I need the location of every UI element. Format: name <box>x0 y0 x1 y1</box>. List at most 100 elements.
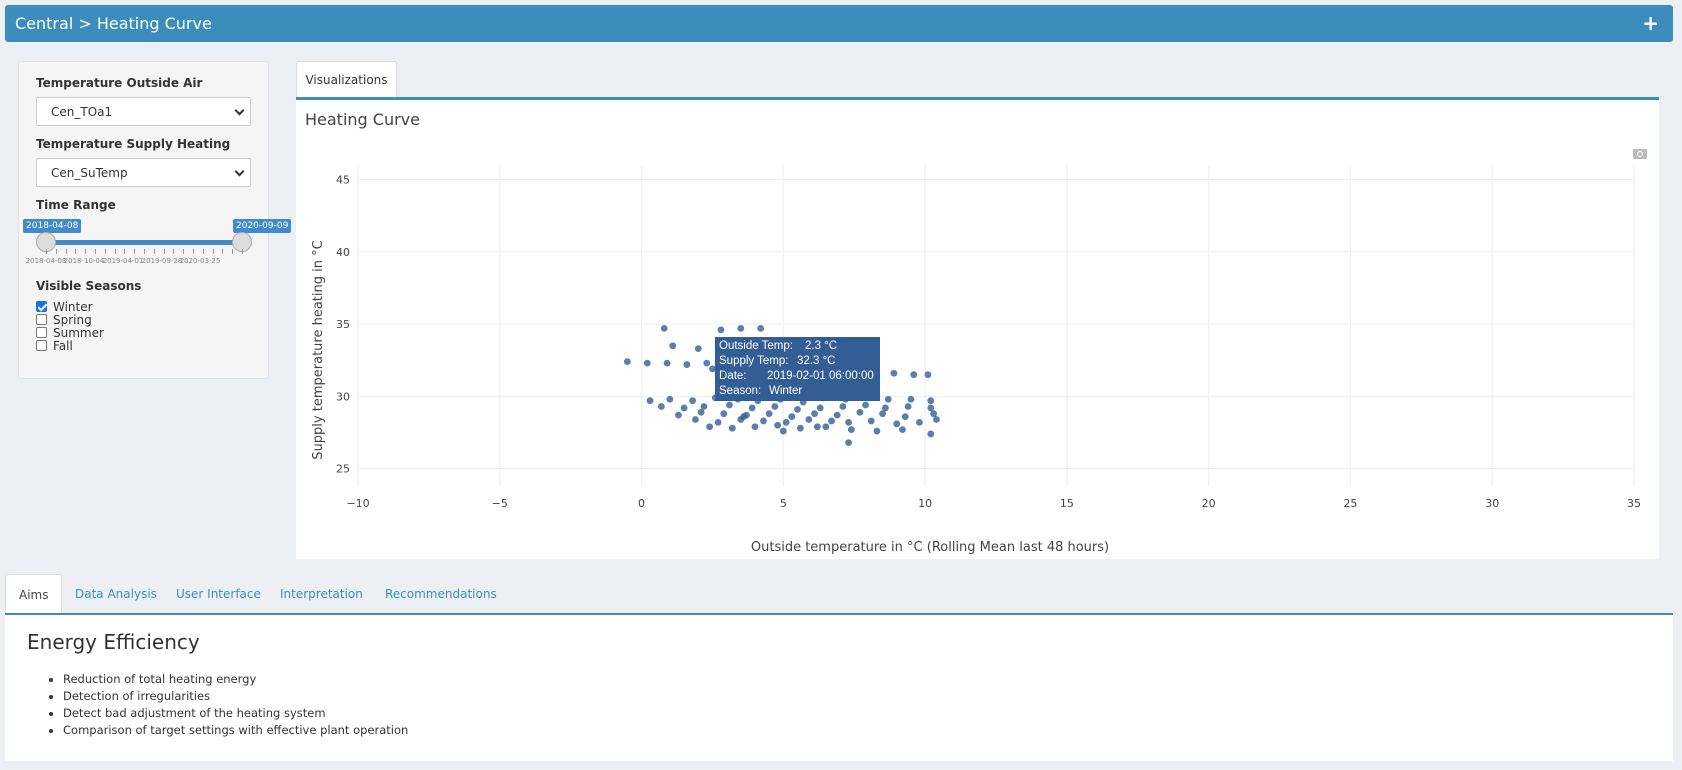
tab-visualizations[interactable]: Visualizations <box>296 61 397 98</box>
chevron-down-icon <box>234 105 245 116</box>
supply-heating-select[interactable]: Cen_SuTemp <box>36 158 251 187</box>
slider-tick <box>242 249 243 254</box>
plus-icon[interactable]: + <box>1642 11 1659 35</box>
data-point <box>856 408 864 416</box>
season-fall-checkbox[interactable]: Fall <box>36 338 251 353</box>
season-summer-checkbox[interactable]: Summer <box>36 326 251 340</box>
tab-recommendations[interactable]: Recommendations <box>372 574 510 614</box>
data-point <box>748 404 756 412</box>
data-point <box>901 413 909 420</box>
list-item: Reduction of total heating energy <box>63 671 408 688</box>
tab-data-analysis[interactable]: Data Analysis <box>62 574 170 614</box>
data-point <box>910 371 918 379</box>
slider-tick <box>124 249 126 254</box>
data-point <box>794 405 801 413</box>
outside-air-select[interactable]: Cen_TOa1 <box>36 97 251 126</box>
x-axis-label: Outside temperature in °C (Rolling Mean … <box>751 540 1109 555</box>
data-point <box>839 403 847 410</box>
slider-tick <box>55 249 57 254</box>
slider-tick <box>163 249 165 254</box>
data-point <box>774 421 782 429</box>
season-spring-checkbox[interactable]: Spring <box>36 312 251 327</box>
supply-heating-value: Cen_SuTemp <box>51 166 128 180</box>
data-point <box>847 426 855 434</box>
x-tick-label: −10 <box>346 497 369 510</box>
slider-ticks <box>46 249 243 255</box>
slider-track[interactable] <box>46 240 242 245</box>
data-point <box>862 401 869 409</box>
data-point <box>717 326 725 334</box>
x-tick-labels: −10 −5 0 5 10 15 20 25 30 35 <box>346 497 1641 510</box>
data-point <box>737 324 745 332</box>
seasons-label: Visible Seasons <box>36 279 142 293</box>
data-point <box>740 413 748 420</box>
data-point <box>658 403 665 410</box>
data-point <box>771 403 779 410</box>
chart-grid <box>357 165 1635 486</box>
slider-tick <box>144 249 145 254</box>
y-tick-label: 30 <box>336 390 350 403</box>
data-point <box>845 439 852 447</box>
range-to-badge: 2020-09-09 <box>233 219 292 233</box>
data-point <box>643 359 651 367</box>
season-label: Spring <box>53 312 92 327</box>
data-point <box>700 403 708 410</box>
tooltip-key: Supply Temp: <box>719 355 789 367</box>
season-label: Winter <box>53 299 93 314</box>
list-item: Detect bad adjustment of the heating sys… <box>63 705 408 722</box>
breadcrumb-title: Central > Heating Curve <box>15 14 212 33</box>
data-point <box>779 427 787 435</box>
outside-air-value: Cen_TOa1 <box>51 105 113 119</box>
data-point <box>623 358 631 366</box>
slider-tick <box>95 249 96 254</box>
data-point <box>833 411 841 419</box>
data-point <box>714 418 722 426</box>
tooltip-row: Date: 2019-02-01 06:00:00 <box>719 369 876 384</box>
y-axis-label: Supply temperature heating in °C <box>311 240 326 459</box>
data-point <box>706 423 714 431</box>
tab-aims[interactable]: Aims <box>5 574 63 614</box>
data-point <box>927 397 935 405</box>
x-tick-label: 10 <box>918 497 932 510</box>
data-point <box>828 417 835 425</box>
tooltip-row: Outside Temp: 2.3 °C <box>719 339 876 354</box>
checkbox-icon[interactable] <box>36 340 47 351</box>
hover-tooltip: Outside Temp: 2.3 °C Supply Temp: 32.3 °C … <box>715 337 880 401</box>
tooltip-value: 2.3 °C <box>805 340 838 352</box>
data-point <box>694 345 702 353</box>
data-point <box>916 418 923 426</box>
data-point <box>811 410 818 418</box>
checkbox-checked-icon[interactable] <box>36 301 47 312</box>
list-item: Detection of irregularities <box>63 688 408 705</box>
checkbox-icon[interactable] <box>36 314 47 325</box>
outside-air-label: Temperature Outside Air <box>36 76 203 90</box>
y-tick-labels: 25 30 35 40 45 <box>336 173 350 475</box>
data-point <box>760 417 767 425</box>
tooltip-row: Supply Temp: 32.3 °C <box>719 354 876 369</box>
data-point <box>904 403 912 410</box>
tab-interpretation[interactable]: Interpretation <box>267 574 376 614</box>
data-point <box>933 416 940 423</box>
season-winter-checkbox[interactable]: Winter <box>36 299 251 314</box>
slider-tick <box>153 249 155 254</box>
chevron-down-icon <box>234 166 245 177</box>
slider-tick-label: 2018-04-08 <box>25 257 67 265</box>
x-tick-label: 20 <box>1202 497 1216 510</box>
x-tick-label: 5 <box>780 497 787 510</box>
aims-heading: Energy Efficiency <box>27 630 200 654</box>
x-tick-label: 15 <box>1060 497 1074 510</box>
data-point <box>899 426 906 434</box>
checkbox-icon[interactable] <box>36 327 47 338</box>
data-point <box>805 416 813 423</box>
time-range-label: Time Range <box>36 198 116 212</box>
season-label: Fall <box>53 338 73 353</box>
aims-panel: Energy Efficiency Reduction of total hea… <box>5 613 1673 761</box>
data-point <box>646 397 654 405</box>
data-point <box>796 424 804 432</box>
data-point <box>873 427 881 435</box>
x-tick-label: 30 <box>1485 497 1499 510</box>
time-range-slider[interactable]: 2018-04-08 2020-09-09 2018-04-08 2018-10… <box>23 219 292 271</box>
bottom-tabs: Aims Data Analysis User Interface Interp… <box>5 574 1673 614</box>
slider-tick <box>134 249 136 254</box>
tab-user-interface[interactable]: User Interface <box>163 574 274 614</box>
